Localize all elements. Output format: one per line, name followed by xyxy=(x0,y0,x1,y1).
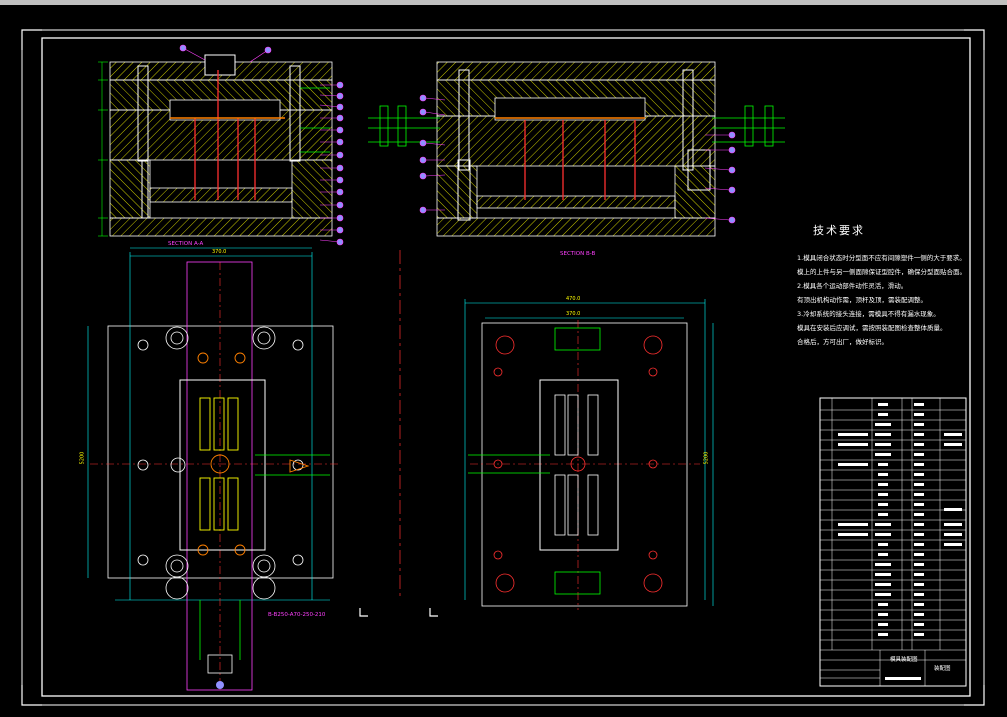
tech-requirement-6: 模具在安装后应调试，需按照装配图检查整体质量。 xyxy=(797,324,947,332)
tech-requirements-title: 技术要求 xyxy=(813,224,865,237)
tech-requirement-4: 有顶出机构动作需，顶杆及顶，需装配调整。 xyxy=(797,296,927,304)
section-aa-label: SECTION A-A xyxy=(168,241,204,247)
plan-guide-bushings xyxy=(137,326,304,600)
view-markers xyxy=(359,608,438,617)
bb-bottom-plate xyxy=(436,217,716,237)
cad-drawing-canvas[interactable] xyxy=(0,0,1007,717)
plan2-outline xyxy=(481,322,688,607)
dim-right-height: 5200 xyxy=(703,451,710,465)
dim-left-height: 5200 xyxy=(79,451,86,465)
section-bb-view[interactable] xyxy=(368,61,785,237)
sprue-bushing xyxy=(204,54,236,76)
plan2-dims xyxy=(464,299,714,606)
plan-view-fixed-half[interactable] xyxy=(399,250,714,610)
tech-requirement-7: 合格后，方可出厂，做好标识。 xyxy=(797,338,888,346)
bb-ejector-plate xyxy=(476,195,676,209)
section-aa-view[interactable] xyxy=(98,44,344,249)
plan2-cooling xyxy=(468,327,601,595)
tech-requirement-1: 1.模具闭合状态时分型面不应有间隙塑件一侧的大于要求。 xyxy=(797,254,966,262)
bom-table[interactable] xyxy=(819,397,967,687)
top-toolbar-strip xyxy=(0,0,1007,5)
bottom-section-label: B-B250-A70-250-210 xyxy=(268,612,326,618)
clamp-plate-bottom xyxy=(109,217,333,237)
tech-requirement-3: 2.模具各个运动部件动作灵活，滑动。 xyxy=(797,282,908,290)
ejector-plate xyxy=(149,187,293,203)
support-block xyxy=(109,159,151,219)
plan2-slots xyxy=(554,394,599,536)
title-block-part-name: 模具装配图 xyxy=(890,657,918,663)
bom-outline xyxy=(819,397,967,687)
plan-view-moving-half[interactable] xyxy=(87,252,340,691)
title-block-drawing-no: 装配图 xyxy=(934,666,951,672)
tech-requirement-5: 3.冷却系统的接头连接，需模具不得有漏水现象。 xyxy=(797,310,940,318)
bom-rows xyxy=(820,398,966,686)
plan2-core xyxy=(539,379,619,551)
bb-cooling-right xyxy=(712,105,785,147)
bb-cooling-left xyxy=(368,105,440,147)
plan-outline xyxy=(107,325,334,579)
bb-b-plate xyxy=(436,115,716,167)
plan-mark-b xyxy=(216,681,224,689)
dim-top-right-inner: 370.0 xyxy=(566,311,581,317)
support-block-right xyxy=(291,159,333,219)
dim-top-left-width: 370.0 xyxy=(212,249,227,255)
section-bb-label: SECTION B-B xyxy=(560,251,596,257)
bb-top-plate xyxy=(436,61,716,81)
bb-support-right xyxy=(674,165,716,219)
dim-top-right-width: 470.0 xyxy=(566,296,581,302)
bom-entries xyxy=(838,403,962,680)
tech-requirement-2: 模上的上件与另一侧面隙保证型腔件，确保分型面贴合面。 xyxy=(797,268,966,276)
plan-dims xyxy=(87,252,330,601)
side-dimension-aa xyxy=(98,61,108,237)
cavity xyxy=(169,99,281,121)
bb-cavity xyxy=(494,97,646,121)
